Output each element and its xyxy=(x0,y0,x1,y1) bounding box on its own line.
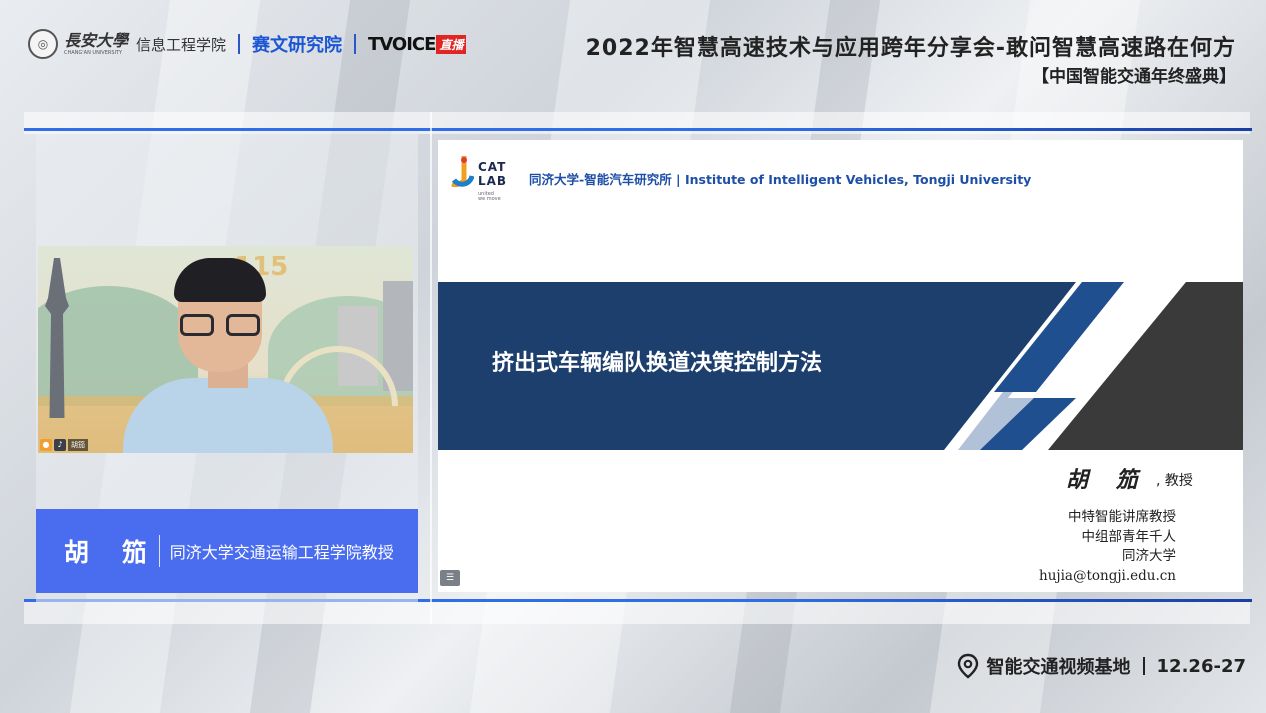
credential-email: hujia@tongji.edu.cn xyxy=(1039,567,1176,584)
catlab-tagline: united we move xyxy=(478,191,501,202)
professor-credentials: 中特智能讲席教授 中组部青年千人 同济大学 hujia@tongji.edu.c… xyxy=(1039,508,1176,586)
university-name: 長安大學 xyxy=(64,30,129,50)
professor-title-suffix: , 教授 xyxy=(1156,473,1193,489)
university-seal-icon: ◎ xyxy=(28,29,58,59)
video-badge-name: 胡笳 xyxy=(68,439,88,451)
menu-icon[interactable]: ☰ xyxy=(440,570,460,586)
mic-icon[interactable]: ♪ xyxy=(54,439,66,451)
slide-header: 同济大学-智能汽车研究所 | Institute of Intelligent … xyxy=(529,172,1032,187)
live-badge: 直播 xyxy=(436,34,467,54)
speaker-glasses xyxy=(180,314,262,336)
frame-bottom xyxy=(24,602,1250,624)
professor-signature: 胡 笳 xyxy=(1066,467,1148,493)
speaker-video: 115 ● ♪ 胡笳 xyxy=(38,246,413,453)
location-pin-icon xyxy=(957,653,978,679)
event-title: 2022年智慧高速技术与应用跨年分享会-敢问智慧高速路在何方 xyxy=(585,36,1236,61)
catlab-logo: CAT LAB united we move xyxy=(448,152,520,208)
slide-title: 挤出式车辆编队换道决策控制方法 xyxy=(492,351,823,376)
presentation-slide: CAT LAB united we move 同济大学-智能汽车研究所 | In… xyxy=(438,140,1243,592)
footer-dates: 12.26-27 xyxy=(1156,655,1246,677)
frame-top-line xyxy=(24,128,1252,131)
speaker-body xyxy=(123,378,333,453)
footer: 智能交通视频基地 12.26-27 xyxy=(957,653,1246,679)
frame-divider xyxy=(430,112,432,624)
partner-name: 赛文研究院 xyxy=(252,35,343,56)
header-logos: ◎ 長安大學 CHANG'AN UNIVERSITY 信息工程学院 赛文研究院 … xyxy=(28,28,467,60)
credential-line: 同济大学 xyxy=(1122,548,1176,564)
footer-label: 智能交通视频基地 xyxy=(986,657,1131,678)
divider xyxy=(1142,657,1145,675)
event-subtitle: 【中国智能交通年终盛典】 xyxy=(1032,67,1236,87)
catlab-mark-icon xyxy=(451,156,474,188)
divider xyxy=(354,34,357,54)
divider xyxy=(158,535,160,567)
person-icon: ● xyxy=(40,439,52,451)
credential-line: 中特智能讲席教授 xyxy=(1068,509,1176,525)
video-badge: ● ♪ 胡笳 xyxy=(40,439,88,451)
catlab-text: CAT LAB xyxy=(478,160,508,188)
divider xyxy=(238,34,241,54)
university-logo: 長安大學 CHANG'AN UNIVERSITY xyxy=(64,30,129,56)
credential-line: 中组部青年千人 xyxy=(1081,528,1177,545)
school-name: 信息工程学院 xyxy=(136,35,227,54)
speaker-namebar: 胡 笳 同济大学交通运输工程学院教授 xyxy=(36,509,418,593)
speaker-name: 胡 笳 xyxy=(64,538,159,567)
speaker-title: 同济大学交通运输工程学院教授 xyxy=(169,543,394,562)
tvoice-logo: TVOICE xyxy=(368,33,436,55)
university-name-en: CHANG'AN UNIVERSITY xyxy=(64,49,123,56)
